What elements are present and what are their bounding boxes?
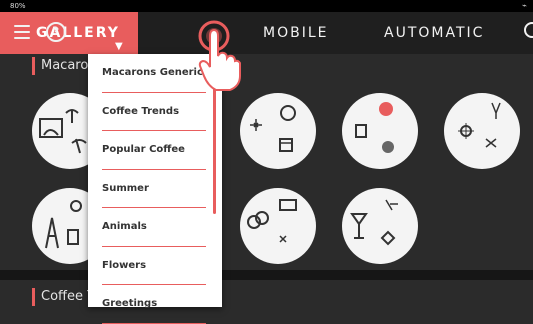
celebration-icon bbox=[458, 102, 501, 148]
cocktail-icon bbox=[350, 199, 398, 246]
help-icon[interactable]: ? bbox=[46, 22, 66, 42]
dropdown-item-flowers[interactable]: Flowers bbox=[88, 247, 222, 286]
signal-icon: ⌁ bbox=[522, 1, 527, 10]
birthday-icon bbox=[247, 199, 297, 243]
dropdown-item-popular-coffee[interactable]: Popular Coffee bbox=[88, 131, 222, 170]
gallery-item-birthday[interactable] bbox=[240, 188, 316, 264]
dropdown-item-greetings[interactable]: Greetings bbox=[88, 285, 222, 324]
dropdown-item-coffee-trends[interactable]: Coffee Trends bbox=[88, 93, 222, 132]
drink-icon bbox=[355, 102, 394, 153]
search-icon[interactable] bbox=[524, 22, 533, 38]
gallery-item-party[interactable] bbox=[240, 93, 316, 169]
gallery-item-cocktails[interactable] bbox=[342, 188, 418, 264]
dropdown-item-animals[interactable]: Animals bbox=[88, 208, 222, 247]
top-nav-bar: ? GALLERY ▼ MOBILE AUTOMATIC bbox=[0, 12, 533, 54]
status-bar: 80% ⌁ bbox=[0, 0, 533, 12]
section-separator bbox=[0, 270, 533, 280]
section-title-coffee: Coffee T bbox=[32, 288, 95, 306]
party-icon bbox=[250, 105, 296, 152]
battery-indicator: 80% bbox=[10, 2, 26, 10]
tab-automatic[interactable]: AUTOMATIC bbox=[384, 25, 484, 41]
tab-mobile[interactable]: MOBILE bbox=[263, 25, 328, 41]
gallery-item-celebration[interactable] bbox=[444, 93, 520, 169]
hamburger-menu-icon[interactable] bbox=[14, 25, 30, 39]
dropdown-item-summer[interactable]: Summer bbox=[88, 170, 222, 209]
tap-gesture-hand-icon bbox=[198, 20, 241, 91]
gallery-item-drinks[interactable] bbox=[342, 93, 418, 169]
